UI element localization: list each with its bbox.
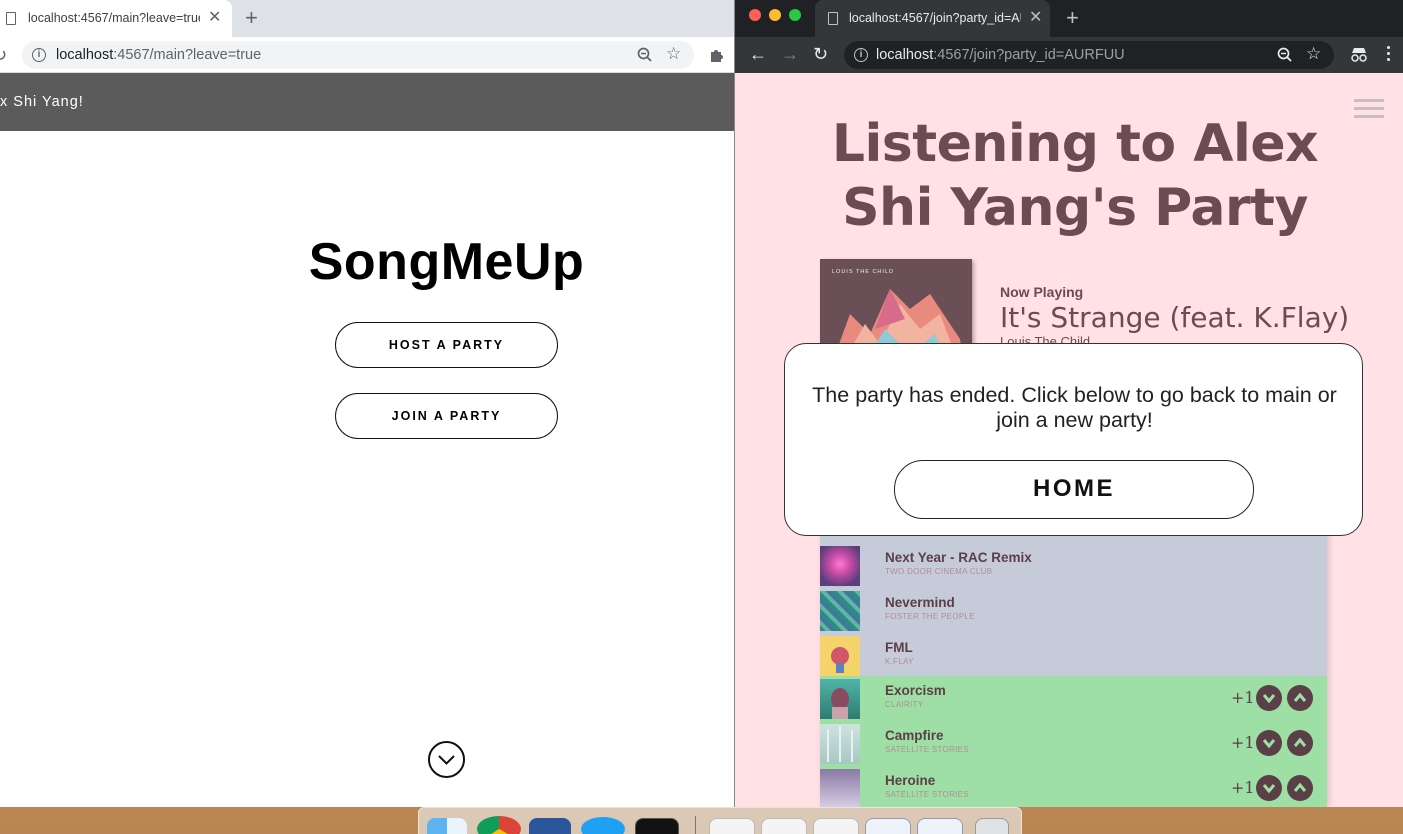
downvote-button[interactable] bbox=[1256, 685, 1282, 711]
album-thumbnail bbox=[820, 591, 860, 631]
chevron-up-icon bbox=[1293, 737, 1307, 747]
song-title: Next Year - RAC Remix bbox=[885, 550, 1032, 565]
document-thumbnail[interactable] bbox=[761, 818, 807, 834]
party-ended-modal: The party has ended. Click below to go b… bbox=[784, 343, 1363, 536]
chrome-icon[interactable] bbox=[477, 816, 521, 834]
song-title: Campfire bbox=[885, 728, 944, 743]
brand-title: SongMeUp bbox=[308, 233, 585, 291]
document-thumbnail[interactable] bbox=[917, 818, 963, 834]
party-title: Listening to Alex Shi Yang's Party bbox=[831, 114, 1319, 238]
modal-message: The party has ended. Click below to go b… bbox=[812, 383, 1337, 432]
album-art-graphic bbox=[831, 688, 849, 719]
hamburger-menu-icon[interactable] bbox=[1354, 99, 1384, 123]
back-arrow-icon[interactable]: ← bbox=[749, 44, 767, 65]
album-thumbnail bbox=[820, 769, 860, 807]
close-icon[interactable]: ✕ bbox=[1029, 9, 1042, 27]
minimize-window-button[interactable] bbox=[769, 9, 781, 21]
album-thumbnail bbox=[820, 679, 860, 719]
menu-dots-icon[interactable] bbox=[1387, 46, 1390, 64]
album-thumbnail bbox=[820, 724, 860, 764]
queue-row: Campfire Satellite Stories +1 bbox=[820, 721, 1327, 766]
upvote-button[interactable] bbox=[1287, 730, 1313, 756]
incognito-icon[interactable] bbox=[1349, 47, 1369, 63]
right-browser-window: localhost:4567/join?party_id=AURFUU ✕ + … bbox=[734, 0, 1403, 807]
zoom-out-icon[interactable] bbox=[1276, 46, 1294, 64]
url-text: localhost:4567/join?party_id=AURFUU bbox=[876, 47, 1125, 63]
album-art-graphic bbox=[831, 647, 849, 673]
url-path: :4567/join?party_id=AURFUU bbox=[933, 47, 1125, 63]
song-title: Nevermind bbox=[885, 595, 955, 610]
chevron-down-icon bbox=[1262, 784, 1276, 794]
album-thumbnail bbox=[820, 546, 860, 586]
info-icon[interactable]: i bbox=[854, 48, 868, 62]
now-playing-title: It's Strange (feat. K.Flay) bbox=[1000, 301, 1350, 334]
tab-title: localhost:4567/join?party_id=AURFUU bbox=[849, 11, 1021, 25]
song-artist: Satellite Stories bbox=[885, 745, 969, 754]
url-host: localhost bbox=[876, 47, 934, 63]
document-thumbnail[interactable] bbox=[813, 818, 859, 834]
forward-arrow-icon[interactable]: → bbox=[781, 44, 799, 65]
address-bar[interactable]: i localhost:4567/join?party_id=AURFUU ☆ bbox=[844, 41, 1334, 69]
dock-divider bbox=[695, 816, 696, 834]
new-tab-button[interactable]: + bbox=[1066, 7, 1079, 29]
song-queue: Next Year - RAC Remix Two Door Cinema Cl… bbox=[820, 515, 1327, 807]
chevron-up-icon bbox=[1293, 782, 1307, 792]
maximize-window-button[interactable] bbox=[789, 9, 801, 21]
document-thumbnail[interactable] bbox=[709, 818, 755, 834]
vote-count: +1 bbox=[1231, 733, 1255, 752]
tab-join[interactable]: localhost:4567/join?party_id=AURFUU ✕ bbox=[815, 0, 1050, 37]
queue-row: Nevermind Foster The People bbox=[820, 588, 1327, 633]
landing-content: SongMeUp HOST A PARTY JOIN A PARTY bbox=[0, 0, 734, 807]
queue-row: Next Year - RAC Remix Two Door Cinema Cl… bbox=[820, 543, 1327, 588]
screen: { "left_window": { "tab_title": "localho… bbox=[0, 0, 1403, 834]
song-title: FML bbox=[885, 640, 913, 655]
scroll-down-button[interactable] bbox=[428, 741, 465, 778]
bookmark-star-icon[interactable]: ☆ bbox=[1306, 44, 1321, 64]
browser-toolbar-dark: ← → ↻ i localhost:4567/join?party_id=AUR… bbox=[735, 37, 1403, 73]
song-artist: Clairity bbox=[885, 700, 924, 709]
song-artist: Satellite Stories bbox=[885, 790, 969, 799]
tab-strip-dark: localhost:4567/join?party_id=AURFUU ✕ + bbox=[735, 0, 1403, 37]
queue-row: Heroine Satellite Stories +1 bbox=[820, 766, 1327, 807]
dock bbox=[418, 807, 1022, 834]
home-button[interactable]: HOME bbox=[894, 460, 1254, 519]
terminal-icon[interactable] bbox=[635, 818, 679, 834]
page-icon bbox=[828, 12, 838, 25]
trash-icon[interactable] bbox=[975, 818, 1009, 834]
upvote-button[interactable] bbox=[1287, 775, 1313, 801]
left-browser-window: localhost:4567/main?leave=true ✕ + ↻ i l… bbox=[0, 0, 734, 807]
document-thumbnail[interactable] bbox=[865, 818, 911, 834]
song-artist: K.Flay bbox=[885, 657, 914, 666]
messenger-icon[interactable] bbox=[581, 817, 625, 834]
album-art-graphic bbox=[827, 726, 853, 762]
reload-icon[interactable]: ↻ bbox=[813, 44, 828, 65]
finder-icon[interactable] bbox=[427, 818, 467, 834]
downvote-button[interactable] bbox=[1256, 775, 1282, 801]
chevron-up-icon bbox=[1293, 692, 1307, 702]
host-party-button[interactable]: HOST A PARTY bbox=[335, 322, 558, 368]
downvote-button[interactable] bbox=[1256, 730, 1282, 756]
album-thumbnail bbox=[820, 636, 860, 676]
queue-row: FML K.Flay bbox=[820, 633, 1327, 678]
join-party-button[interactable]: JOIN A PARTY bbox=[335, 393, 558, 439]
song-title: Heroine bbox=[885, 773, 936, 788]
chevron-down-icon bbox=[1262, 739, 1276, 749]
vote-count: +1 bbox=[1231, 778, 1255, 797]
now-playing-label: Now Playing bbox=[1000, 284, 1084, 300]
song-artist: Foster The People bbox=[885, 612, 975, 621]
chevron-down-icon bbox=[1262, 694, 1276, 704]
vote-count: +1 bbox=[1231, 688, 1255, 707]
close-window-button[interactable] bbox=[749, 9, 761, 21]
word-icon[interactable] bbox=[529, 818, 571, 834]
song-title: Exorcism bbox=[885, 683, 946, 698]
chevron-down-icon bbox=[438, 755, 455, 765]
song-artist: Two Door Cinema Club bbox=[885, 567, 993, 576]
upvote-button[interactable] bbox=[1287, 685, 1313, 711]
queue-row: Exorcism Clairity +1 bbox=[820, 676, 1327, 721]
